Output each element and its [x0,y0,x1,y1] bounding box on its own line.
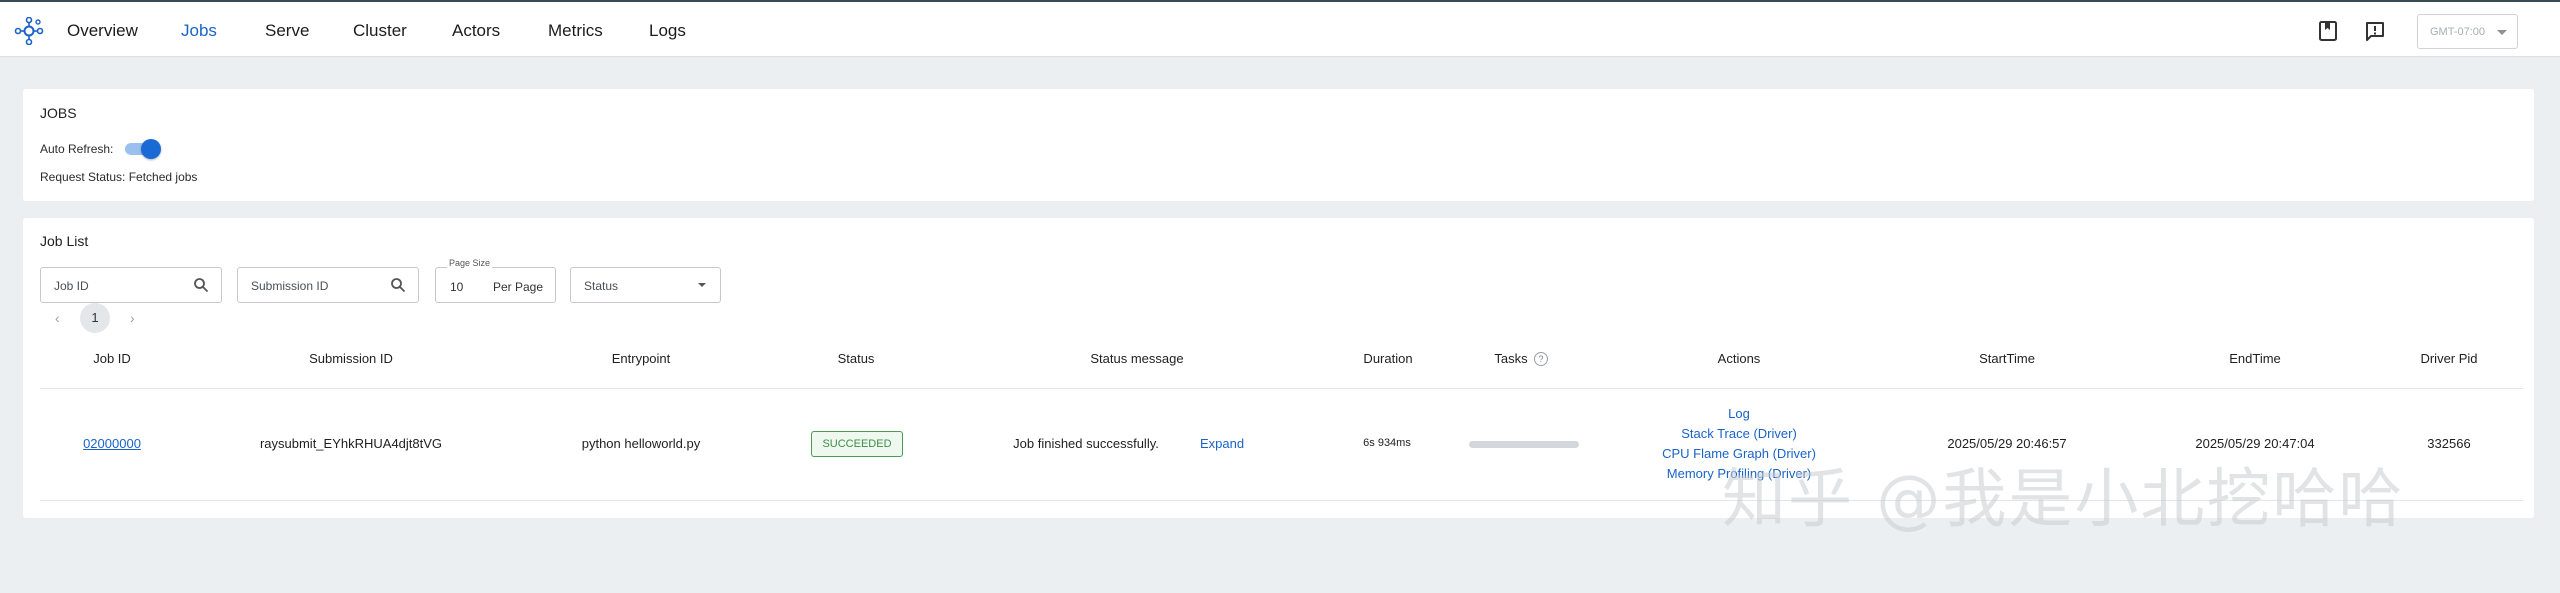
stack-trace-link[interactable]: Stack Trace (Driver) [1681,426,1797,441]
col-status-message: Status message [1090,351,1184,366]
prev-page-icon[interactable]: ‹ [55,310,60,326]
watermark: 知乎 @我是小北挖哈哈 [1722,463,2405,537]
nav-metrics[interactable]: Metrics [548,21,603,41]
nav-serve[interactable]: Serve [265,21,309,41]
col-actions: Actions [1717,351,1761,366]
submission-id-search-input[interactable]: Submission ID [237,267,419,303]
nav-jobs[interactable]: Jobs [181,21,217,41]
pagination-page[interactable]: 1 [80,303,110,333]
page-size-input[interactable]: 10 Per Page [435,267,556,303]
search-icon[interactable] [390,277,406,293]
col-entrypoint: Entrypoint [611,351,671,366]
nav-cluster[interactable]: Cluster [353,21,407,41]
status-placeholder: Status [584,279,619,293]
submission-id-placeholder: Submission ID [251,279,329,293]
status-badge: SUCCEEDED [811,431,903,457]
driver-pid-cell: 332566 [2427,436,2471,451]
chevron-down-icon [2497,30,2507,35]
search-icon[interactable] [193,277,209,293]
col-starttime: StartTime [1979,351,2035,366]
nav-logs[interactable]: Logs [649,21,686,41]
page-size-unit: Per Page [493,280,544,294]
duration-cell: 6s 934ms [1363,437,1411,449]
col-tasks: Tasks [1494,351,1528,366]
col-endtime: EndTime [2229,351,2281,366]
tasks-progress-bar [1469,441,1579,448]
nav-overview[interactable]: Overview [67,21,138,41]
toggle-knob [141,139,161,159]
docs-icon[interactable] [2317,20,2339,42]
timezone-value: GMT-07:00 [2430,26,2486,38]
jobs-panel: JOBS Auto Refresh: Request Status: Fetch… [23,89,2534,201]
job-id-link[interactable]: 02000000 [83,436,141,451]
timezone-select[interactable]: GMT-07:00 [2417,14,2518,49]
entrypoint-cell: python helloworld.py [581,436,701,451]
auto-refresh-label: Auto Refresh: [40,142,114,156]
status-message-cell: Job finished successfully. [1013,436,1159,451]
job-id-placeholder: Job ID [54,279,89,293]
nav-actors[interactable]: Actors [452,21,500,41]
auto-refresh-toggle[interactable] [123,139,161,159]
col-submission-id: Submission ID [309,351,393,366]
expand-link[interactable]: Expand [1200,436,1244,451]
chevron-down-icon [698,283,706,287]
job-list-title: Job List [40,233,89,249]
page-size-value: 10 [450,280,464,294]
col-status: Status [837,351,875,366]
help-icon[interactable]: ? [1534,352,1548,366]
header-divider [40,388,2523,389]
jobs-panel-title: JOBS [40,105,77,121]
request-status: Request Status: Fetched jobs [40,170,198,184]
page-size-label: Page Size [447,258,493,268]
log-link[interactable]: Log [1728,406,1750,421]
next-page-icon[interactable]: › [130,310,135,326]
feedback-icon[interactable] [2364,20,2386,42]
top-nav-bar: Overview Jobs Serve Cluster Actors Metri… [0,0,2560,57]
col-job-id: Job ID [93,351,131,366]
submission-id-cell: raysubmit_EYhkRHUA4djt8tVG [259,436,443,451]
status-filter-select[interactable]: Status [570,267,721,303]
ray-logo-icon[interactable] [14,17,44,45]
col-duration: Duration [1363,351,1413,366]
col-driver-pid: Driver Pid [2420,351,2478,366]
job-id-search-input[interactable]: Job ID [40,267,222,303]
